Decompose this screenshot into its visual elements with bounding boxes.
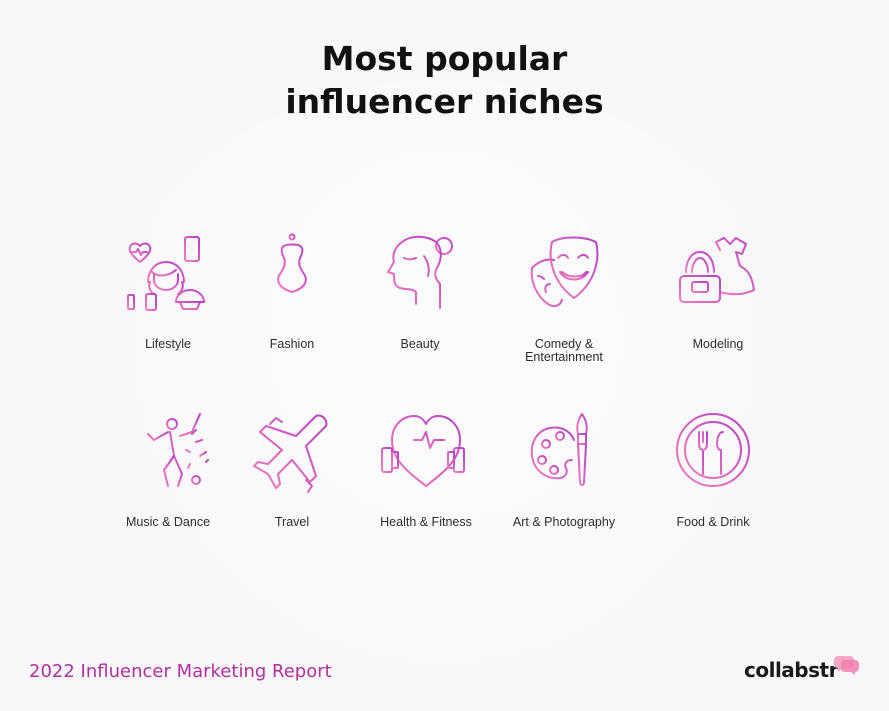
theater-masks-icon — [530, 236, 599, 308]
niche-label: Music & Dance — [125, 515, 211, 529]
niche-fashion: Fashion — [222, 232, 362, 351]
background-glow — [80, 80, 810, 711]
niche-comedy-entertainment: Comedy & Entertainment — [494, 232, 634, 364]
brand-logo: collabstr — [744, 654, 864, 688]
palette-icon — [530, 413, 588, 486]
niche-label: Health & Fitness — [380, 515, 472, 529]
niche-label: Lifestyle — [145, 337, 191, 351]
dress-handbag-icon — [679, 237, 755, 303]
face-profile-icon — [387, 235, 453, 309]
mannequin-icon — [277, 233, 307, 309]
niche-art-photography: Art & Photography — [494, 410, 634, 529]
niche-label: Travel — [274, 515, 310, 529]
title-line-2: influencer niches — [285, 82, 604, 121]
brand-wordmark: collabstr — [744, 658, 838, 682]
chat-bubble-icon — [834, 656, 859, 675]
niche-music-dance: Music & Dance — [98, 410, 238, 529]
page: Most popular influencer niches Lifestyle — [0, 0, 889, 711]
heart-dumbbell-icon — [381, 415, 465, 487]
title-line-1: Most popular — [321, 39, 568, 78]
niche-label: Modeling — [692, 337, 744, 351]
page-title: Most popular influencer niches — [0, 37, 889, 123]
niche-modeling: Modeling — [648, 232, 788, 351]
niche-label: Fashion — [269, 337, 315, 351]
airplane-icon — [253, 414, 328, 493]
niche-label-line-2: Entertainment — [525, 350, 603, 364]
plate-cutlery-icon — [676, 413, 750, 487]
lifestyle-icon — [127, 236, 205, 311]
niche-food-drink: Food & Drink — [643, 410, 783, 529]
niche-label: Beauty — [400, 337, 440, 351]
niche-beauty: Beauty — [350, 232, 490, 351]
report-title: 2022 Influencer Marketing Report — [29, 661, 332, 682]
dancer-icon — [147, 413, 209, 487]
niche-travel: Travel — [222, 410, 362, 529]
niche-label: Art & Photography — [512, 515, 616, 529]
niche-label: Food & Drink — [676, 515, 750, 529]
niche-health-fitness: Health & Fitness — [356, 410, 496, 529]
niche-lifestyle: Lifestyle — [98, 232, 238, 351]
